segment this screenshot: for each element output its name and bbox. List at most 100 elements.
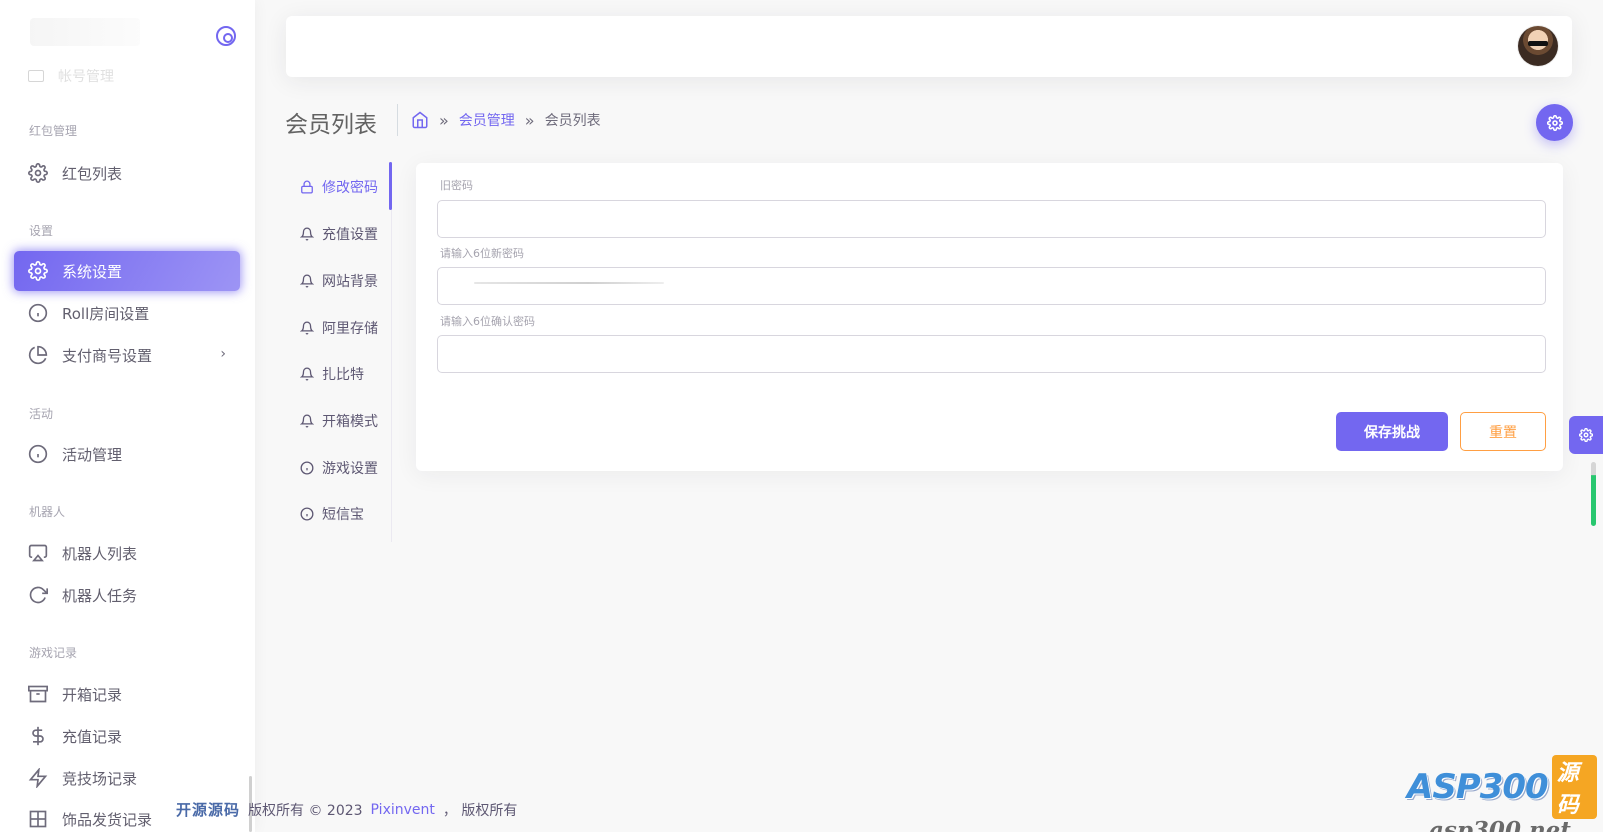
sidebar-item-label: 竞技场记录 (62, 769, 138, 788)
sidebar-item-arena-records[interactable]: 竞技场记录 (14, 758, 240, 798)
gear-icon (1546, 114, 1563, 131)
gear-icon (28, 163, 48, 183)
blurred-placeholder (474, 282, 664, 284)
info-icon (28, 303, 48, 323)
old-password-label: 旧密码 (440, 179, 473, 192)
sidebar-item-system-settings[interactable]: 系统设置 (14, 251, 240, 291)
nav-header-robot: 机器人 (29, 505, 66, 519)
watermark-tag: 源码 (1551, 755, 1597, 819)
tab-recharge-settings[interactable]: 充值设置 (300, 222, 378, 246)
active-tab-indicator (389, 162, 392, 210)
brand-logo[interactable] (30, 18, 140, 46)
breadcrumb: » 会员管理 » 会员列表 (411, 110, 601, 130)
tab-label: 充值设置 (322, 227, 378, 243)
bell-icon (300, 274, 314, 288)
breadcrumb-link-member-manage[interactable]: 会员管理 (459, 110, 515, 130)
sidebar-item-label: 饰品发货记录 (62, 810, 153, 829)
new-password-input[interactable] (437, 267, 1546, 305)
sidebar-item-activity-manage[interactable]: 活动管理 (14, 434, 240, 474)
tab-game-settings[interactable]: 游戏设置 (300, 456, 378, 480)
brand (0, 0, 255, 68)
reset-button[interactable]: 重置 (1460, 412, 1546, 451)
square-icon (28, 70, 44, 82)
chevron-right-icon: › (220, 346, 226, 362)
home-icon[interactable] (411, 111, 429, 129)
info-icon (300, 507, 314, 521)
tab-label: 网站背景 (322, 274, 378, 290)
dollar-icon (28, 726, 48, 746)
sidebar-item-recharge-records[interactable]: 充值记录 (14, 716, 240, 756)
watermark-brand: ASP300 (1407, 767, 1549, 807)
watermark: ASP300 源码 asp300.net (1407, 755, 1597, 832)
gear-icon (1579, 428, 1593, 442)
info-icon (28, 444, 48, 464)
new-password-label: 请输入6位新密码 (440, 247, 524, 260)
tab-site-background[interactable]: 网站背景 (300, 269, 378, 293)
tab-label: 修改密码 (322, 180, 378, 196)
tab-label: 开箱模式 (322, 414, 378, 430)
old-password-input[interactable] (437, 200, 1546, 238)
bell-icon (300, 321, 314, 335)
gear-icon (28, 261, 48, 281)
password-form-card: 旧密码 请输入6位新密码 请输入6位确认密码 保存挑战 重置 (416, 163, 1563, 471)
sidebar-item-robot-task[interactable]: 机器人任务 (14, 575, 240, 615)
footer: 开源源码 版权所有 © 2023 Pixinvent ， 版权所有 (176, 799, 517, 820)
user-avatar[interactable] (1518, 26, 1558, 66)
sidebar-item-label: 支付商号设置 (62, 346, 153, 365)
sidebar-item-payment-settings[interactable]: 支付商号设置 › (14, 335, 240, 375)
sidebar-item-faded[interactable]: 帐号管理 (28, 66, 228, 86)
bell-icon (300, 227, 314, 241)
pie-chart-icon (28, 345, 48, 365)
nav-header-hongbao: 红包管理 (29, 124, 78, 138)
footer-credit: 开源源码 (176, 801, 241, 819)
tab-label: 扎比特 (322, 367, 364, 383)
sidebar-item-label: 充值记录 (62, 727, 123, 746)
footer-copyright: 版权所有 © 2023 (248, 802, 363, 819)
footer-company-link[interactable]: Pixinvent (371, 802, 435, 818)
nav-header-settings: 设置 (29, 224, 54, 238)
sidebar-item-roll-settings[interactable]: Roll房间设置 (14, 293, 240, 333)
tab-ali-storage[interactable]: 阿里存储 (300, 316, 378, 340)
watermark-url: asp300.net (1429, 817, 1571, 832)
sidebar-item-label: 红包列表 (62, 164, 123, 183)
archive-icon (28, 684, 48, 704)
tab-label: 游戏设置 (322, 461, 378, 477)
sidebar-item-label: Roll房间设置 (62, 304, 150, 323)
sidebar-item-label: 活动管理 (62, 445, 123, 464)
sidebar-item-box-records[interactable]: 开箱记录 (14, 674, 240, 714)
breadcrumb-separator: » (524, 110, 535, 130)
sidebar-item-label: 机器人任务 (62, 586, 138, 605)
nav-header-activity: 活动 (29, 407, 54, 421)
airplay-icon (28, 543, 48, 563)
tab-box-mode[interactable]: 开箱模式 (300, 409, 378, 433)
sidebar-item-label: 帐号管理 (58, 69, 114, 85)
info-icon (300, 461, 314, 475)
sidebar-item-label: 开箱记录 (62, 685, 123, 704)
tab-label: 短信宝 (322, 507, 364, 523)
tab-zabit[interactable]: 扎比特 (300, 362, 364, 386)
tab-change-password[interactable]: 修改密码 (300, 175, 378, 199)
theme-customizer-button[interactable] (1569, 416, 1603, 454)
page-scrollbar[interactable] (1591, 462, 1596, 526)
nav-header-game-records: 游戏记录 (29, 646, 78, 660)
bell-icon (300, 414, 314, 428)
top-navbar (286, 16, 1572, 77)
tab-label: 阿里存储 (322, 321, 378, 337)
confirm-password-input[interactable] (437, 335, 1546, 373)
refresh-icon (28, 585, 48, 605)
lock-icon (300, 180, 314, 194)
bell-icon (300, 367, 314, 381)
sidebar-item-label: 系统设置 (62, 262, 123, 281)
page-title: 会员列表 (285, 112, 377, 138)
box-icon (28, 809, 48, 829)
sidebar-item-robot-list[interactable]: 机器人列表 (14, 533, 240, 573)
collapse-toggle-icon[interactable] (216, 26, 236, 46)
breadcrumb-current: 会员列表 (544, 113, 601, 129)
footer-suffix: ， 版权所有 (442, 802, 518, 819)
breadcrumb-separator: » (439, 110, 449, 130)
save-button[interactable]: 保存挑战 (1336, 412, 1448, 451)
tab-sms[interactable]: 短信宝 (300, 502, 364, 526)
sidebar-item-hongbao-list[interactable]: 红包列表 (14, 153, 240, 193)
sidebar-item-label: 机器人列表 (62, 544, 138, 563)
settings-fab-button[interactable] (1536, 104, 1573, 141)
